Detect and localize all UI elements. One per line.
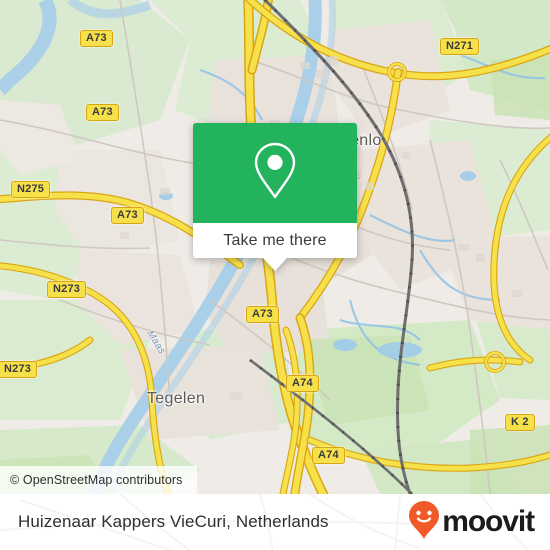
take-me-there-label: Take me there <box>223 231 327 249</box>
road-shield-k2[interactable]: K 2 <box>505 414 535 431</box>
map-pin-icon <box>251 140 299 207</box>
moovit-pin-smiley-icon <box>408 500 440 545</box>
road-shield-a74-1[interactable]: A74 <box>286 375 319 392</box>
road-shield-a73-4[interactable]: A73 <box>246 306 279 323</box>
callout-action[interactable]: Take me there <box>193 223 357 258</box>
callout-header <box>193 123 357 223</box>
attribution-text: © OpenStreetMap contributors <box>10 473 183 487</box>
road-shield-n271[interactable]: N271 <box>440 38 480 55</box>
moovit-wordmark: moovit <box>442 505 535 538</box>
road-shield-n273-2[interactable]: N273 <box>0 361 38 378</box>
road-shield-a73-2[interactable]: A73 <box>86 104 119 121</box>
moovit-brand[interactable]: moovit <box>408 500 535 545</box>
map-canvas[interactable]: Venlo Tegelen Maas A73 A73 A73 A73 N271 … <box>0 0 550 494</box>
callout-pointer <box>263 258 287 271</box>
road-shield-a73-1[interactable]: A73 <box>80 30 113 47</box>
road-shield-a73-3[interactable]: A73 <box>111 207 144 224</box>
moovit-place-card: Venlo Tegelen Maas A73 A73 A73 A73 N271 … <box>0 0 550 550</box>
page-title: Huizenaar Kappers VieCuri, Netherlands <box>18 512 329 531</box>
take-me-there-callout[interactable]: Take me there <box>193 123 357 271</box>
footer-bar: Huizenaar Kappers VieCuri, Netherlands m… <box>0 494 550 550</box>
map-attribution[interactable]: © OpenStreetMap contributors <box>0 466 197 494</box>
road-shield-n275[interactable]: N275 <box>11 181 51 198</box>
road-shield-a74-2[interactable]: A74 <box>312 447 345 464</box>
road-shield-n273-1[interactable]: N273 <box>47 281 87 298</box>
